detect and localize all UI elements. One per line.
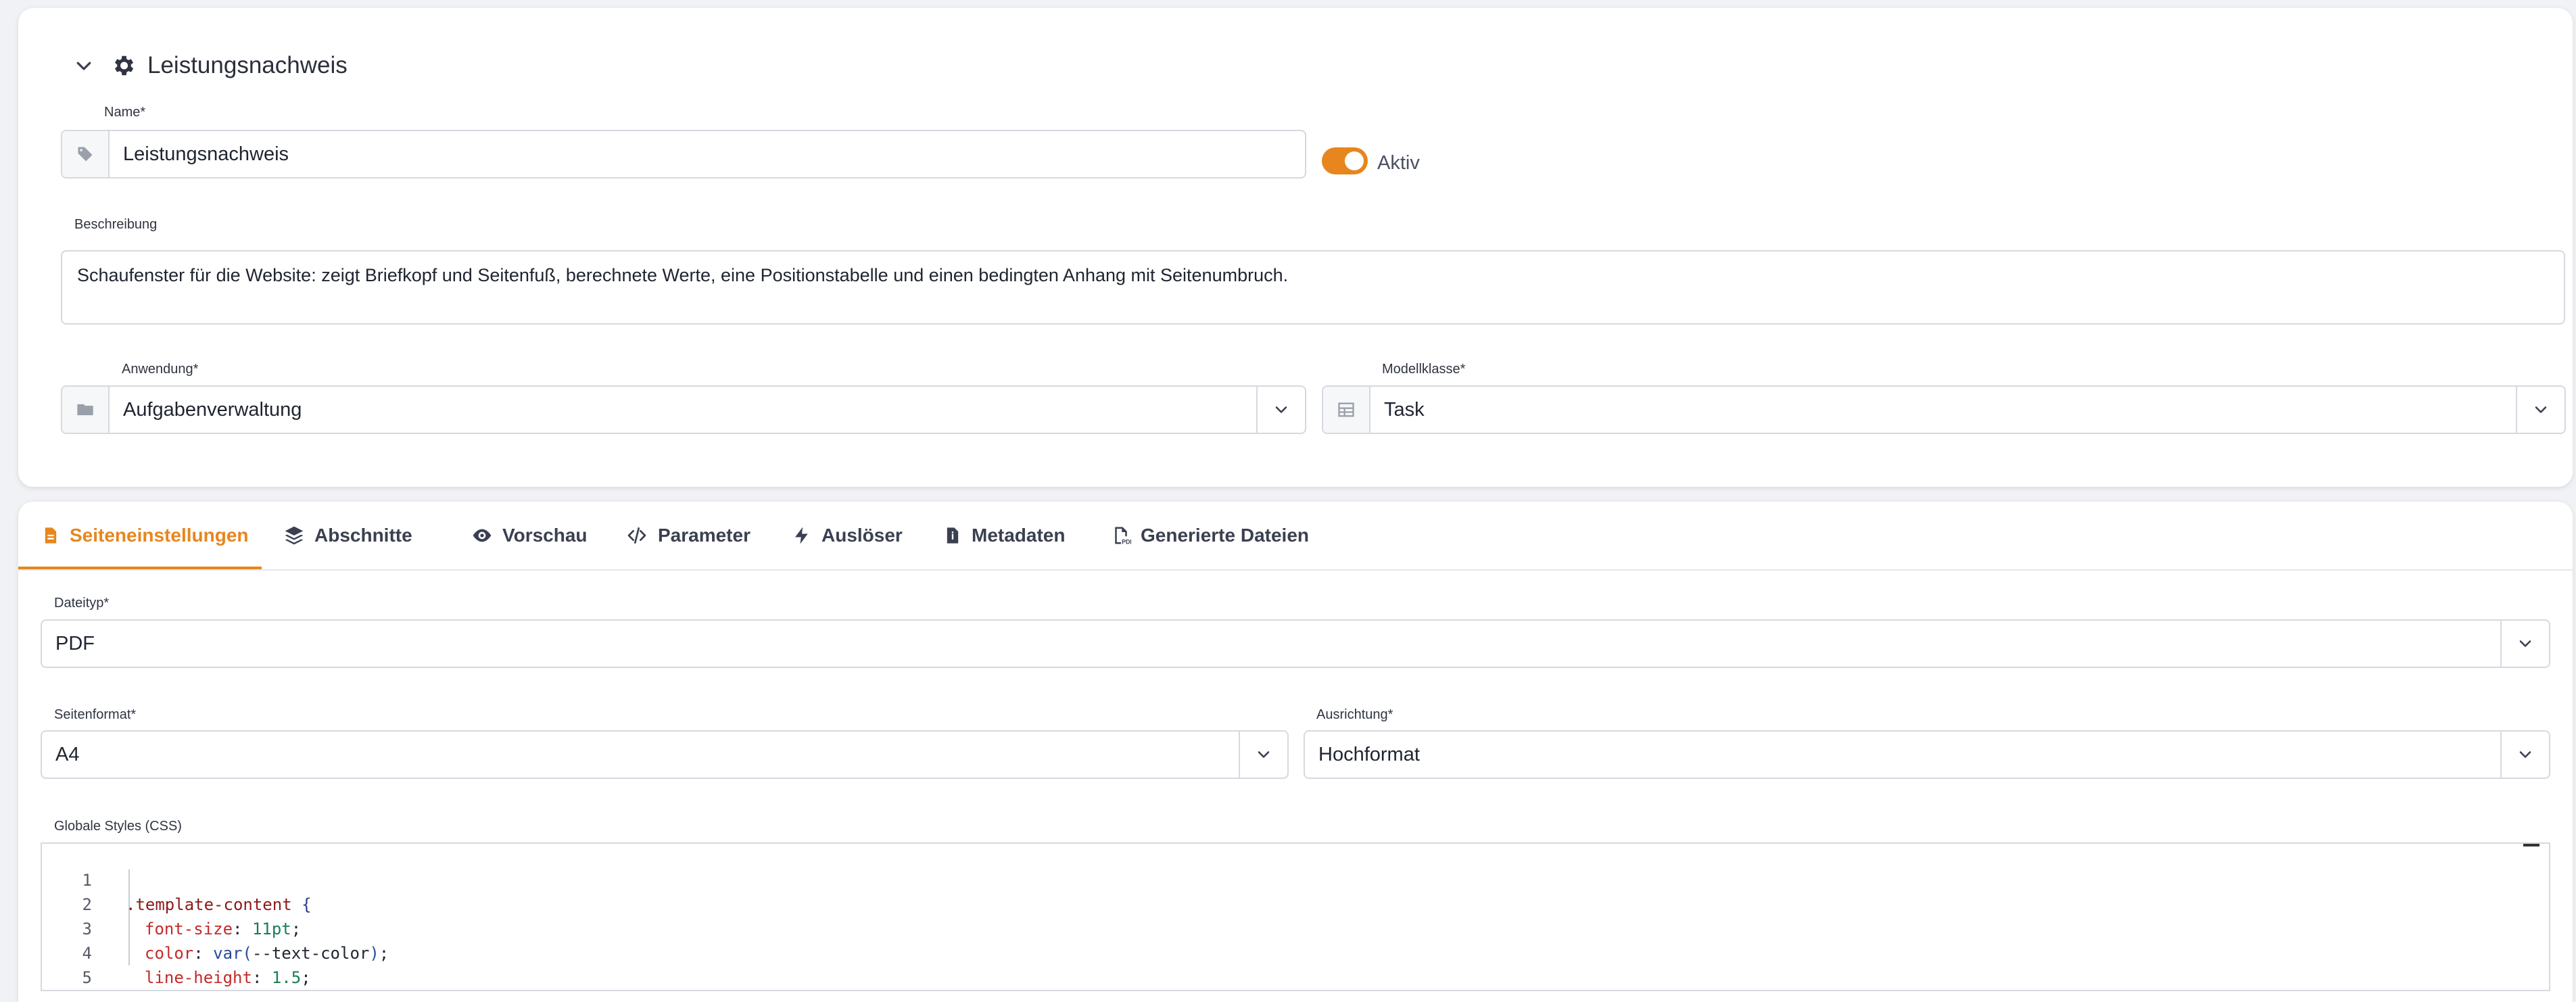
tab-generierte-dateien[interactable]: PDF Generierte Dateien [1111, 502, 1309, 569]
folder-icon [77, 404, 93, 416]
layers-icon [285, 526, 304, 545]
model-class-addon [1323, 387, 1370, 433]
model-class-value: Task [1384, 398, 1425, 421]
application-value: Aufgabenverwaltung [123, 398, 302, 421]
file-type-label: Dateityp* [54, 596, 110, 611]
code-line: 3 color: var(--text-color); [42, 892, 2549, 963]
chevron-down-icon [1275, 406, 1287, 413]
chevron-down-icon [2519, 640, 2531, 647]
file-type-caret[interactable] [2500, 621, 2549, 667]
tab-label: Vorschau [502, 525, 588, 546]
application-caret[interactable] [1256, 387, 1305, 433]
file-type-value: PDF [55, 632, 95, 654]
gear-icon [114, 55, 134, 76]
application-addon [62, 387, 110, 433]
line-number: 6 [42, 990, 92, 991]
orientation-select[interactable]: Hochformat [1304, 730, 2550, 779]
tab-label: Parameter [658, 525, 750, 546]
orientation-label: Ausrichtung* [1316, 707, 1393, 722]
tab-vorschau[interactable]: Vorschau [471, 502, 588, 569]
file-type-select[interactable]: PDF [41, 619, 2550, 668]
tab-label: Seiteneinstellungen [70, 525, 249, 546]
description-textarea[interactable]: Schaufenster für die Website: zeigt Brie… [61, 250, 2565, 325]
tab-abschnitte[interactable]: Abschnitte [283, 502, 412, 569]
name-addon [62, 131, 110, 177]
code-icon [627, 527, 646, 544]
css-code-editor[interactable]: 1 .template-content { 2 font-size: 11pt;… [41, 842, 2550, 991]
table-icon [1338, 402, 1354, 417]
page-title: Leistungsnachweis [147, 52, 348, 78]
tab-metadaten[interactable]: Metadaten [943, 502, 1065, 569]
orientation-value: Hochformat [1318, 743, 1420, 765]
file-pdf-icon: PDF [1115, 527, 1131, 546]
description-label: Beschreibung [74, 217, 158, 232]
model-class-caret[interactable] [2516, 387, 2565, 433]
active-toggle[interactable] [1322, 147, 1368, 174]
page-format-select[interactable]: A4 [41, 730, 1289, 779]
page-format-value: A4 [55, 743, 80, 765]
orientation-caret[interactable] [2500, 732, 2549, 778]
chevron-down-icon [2519, 751, 2531, 758]
tab-label: Metadaten [972, 525, 1066, 546]
name-label: Name* [104, 105, 146, 120]
toggle-knob [1345, 151, 1364, 170]
template-settings-card: Leistungsnachweis Name* Leistungsnachwei… [18, 8, 2573, 487]
bolt-icon [795, 527, 808, 544]
code-line: 6 [42, 965, 2549, 990]
chevron-down-icon [1258, 751, 1270, 758]
application-select[interactable]: Aufgabenverwaltung [61, 385, 1306, 434]
model-class-label: Modellklasse* [1382, 362, 1466, 377]
tab-label: Generierte Dateien [1141, 525, 1309, 546]
css-editor-label: Globale Styles (CSS) [54, 819, 182, 834]
tab-ausloeser[interactable]: Auslöser [792, 502, 903, 569]
model-class-select[interactable]: Task [1322, 385, 2566, 434]
page-format-caret[interactable] [1239, 732, 1287, 778]
tab-label: Abschnitte [314, 525, 412, 546]
name-field[interactable]: Leistungsnachweis [61, 130, 1306, 178]
tab-label: Auslöser [821, 525, 903, 546]
chevron-down-icon[interactable] [74, 55, 94, 76]
active-tab-indicator [18, 567, 262, 569]
name-value: Leistungsnachweis [123, 143, 289, 165]
file-text-icon [45, 527, 57, 544]
tab-bar: Seiteneinstellungen Abschnitte Vorschau … [18, 502, 2573, 571]
code-line: 1 .template-content { [42, 844, 2549, 914]
eye-icon [473, 529, 492, 542]
code-line: 4 line-height: 1.5; [42, 917, 2549, 987]
svg-text:PDF: PDF [1122, 539, 1131, 546]
active-toggle-label: Aktiv [1377, 152, 1420, 174]
code-line: 2 font-size: 11pt; [42, 868, 2549, 938]
tab-parameter[interactable]: Parameter [625, 502, 750, 569]
page-format-label: Seitenformat* [54, 707, 137, 722]
chevron-down-icon [2535, 406, 2547, 413]
file-info-icon [947, 527, 959, 544]
code-line: 5 } [42, 941, 2549, 987]
tab-seiteneinstellungen[interactable]: Seiteneinstellungen [41, 502, 249, 569]
application-label: Anwendung* [122, 362, 199, 377]
tag-icon [78, 147, 93, 162]
